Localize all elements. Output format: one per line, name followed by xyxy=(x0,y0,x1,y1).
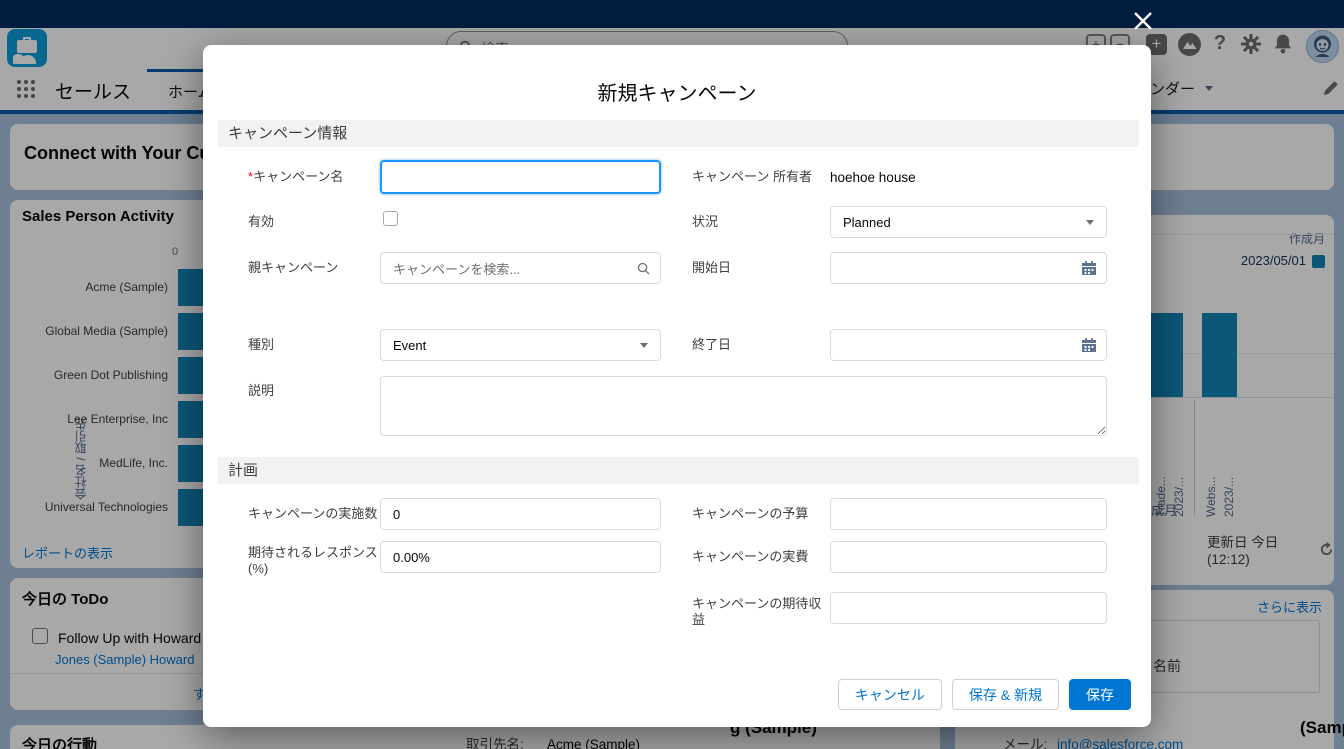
parent-campaign-label: 親キャンペーン xyxy=(248,260,380,276)
num-sent-label: キャンペーンの実施数 xyxy=(248,506,381,522)
status-select[interactable]: Planned xyxy=(830,206,1107,238)
active-label: 有効 xyxy=(248,214,380,230)
close-icon xyxy=(1131,20,1155,37)
modal-footer: キャンセル 保存 & 新規 保存 xyxy=(838,679,1131,710)
section-planning: 計画 xyxy=(218,457,1139,484)
parent-campaign-placeholder: キャンペーンを検索... xyxy=(393,259,520,278)
type-select-value: Event xyxy=(393,338,426,353)
modal-title: 新規キャンペーン xyxy=(203,77,1151,106)
num-sent-input[interactable] xyxy=(380,498,661,530)
cancel-button[interactable]: キャンセル xyxy=(838,679,942,710)
chevron-down-icon xyxy=(1086,220,1094,225)
new-campaign-modal: 新規キャンペーン キャンペーン情報 *キャンペーン名 キャンペーン 所有者 ho… xyxy=(203,45,1151,727)
expected-response-input[interactable] xyxy=(380,541,661,573)
description-textarea[interactable] xyxy=(380,376,1107,436)
section-campaign-info-label: キャンペーン情報 xyxy=(228,125,347,142)
calendar-icon[interactable] xyxy=(1082,261,1096,275)
status-select-value: Planned xyxy=(843,215,891,230)
actual-cost-label: キャンペーンの実費 xyxy=(692,549,824,565)
budgeted-cost-label: キャンペーンの予算 xyxy=(692,506,824,522)
parent-campaign-lookup[interactable]: キャンペーンを検索... xyxy=(380,252,661,284)
save-button[interactable]: 保存 xyxy=(1069,679,1131,710)
end-date-label: 終了日 xyxy=(692,337,824,353)
campaign-name-input[interactable] xyxy=(380,160,661,194)
campaign-owner-label: キャンペーン 所有者 xyxy=(692,169,824,185)
save-new-button[interactable]: 保存 & 新規 xyxy=(952,679,1059,710)
campaign-owner-value: hoehoe house xyxy=(830,170,916,185)
expected-response-label: 期待されるレスポンス (%) xyxy=(248,545,378,578)
status-label: 状況 xyxy=(692,214,824,230)
search-icon xyxy=(637,262,650,275)
modal-close-button[interactable] xyxy=(1131,9,1155,33)
calendar-icon[interactable] xyxy=(1082,338,1096,352)
expected-revenue-input[interactable] xyxy=(830,592,1107,624)
campaign-name-label: *キャンペーン名 xyxy=(248,169,380,185)
app-window: 検索... + − + ? xyxy=(0,0,1344,749)
budgeted-cost-input[interactable] xyxy=(830,498,1107,530)
start-date-label: 開始日 xyxy=(692,260,824,276)
type-label: 種別 xyxy=(248,337,380,353)
chevron-down-icon xyxy=(640,343,648,348)
section-campaign-info: キャンペーン情報 xyxy=(218,120,1139,147)
section-planning-label: 計画 xyxy=(228,462,258,479)
end-date-input[interactable] xyxy=(830,329,1107,361)
actual-cost-input[interactable] xyxy=(830,541,1107,573)
start-date-input[interactable] xyxy=(830,252,1107,284)
active-checkbox[interactable] xyxy=(383,211,398,226)
expected-revenue-label: キャンペーンの期待収益 xyxy=(692,596,825,629)
type-select[interactable]: Event xyxy=(380,329,661,361)
description-label: 説明 xyxy=(248,383,380,399)
